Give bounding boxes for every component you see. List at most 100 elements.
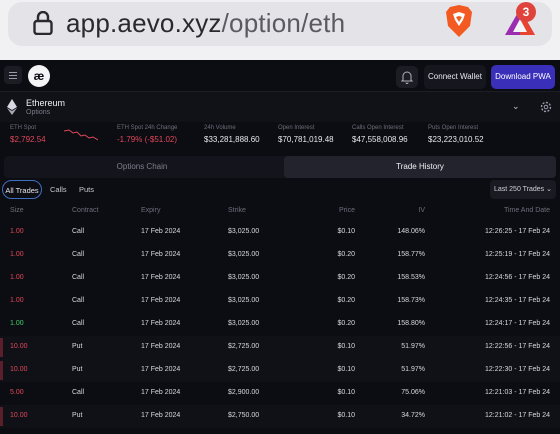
notifications-button[interactable] [396, 66, 418, 88]
table-row[interactable]: 1.00 Call 17 Feb 2024 $3,025.00 $0.10 14… [0, 221, 560, 244]
stat-label: Open Interest [278, 125, 315, 131]
cell-expiry: 17 Feb 2024 [141, 297, 181, 304]
cell-iv: 51.97% [401, 366, 425, 373]
stat-value: $33,281,888.60 [204, 135, 260, 144]
table-header: Size Contract Expiry Strike Price IV Tim… [0, 203, 560, 221]
size-bar [0, 407, 3, 426]
cell-strike: $2,900.00 [228, 389, 260, 396]
cell-strike: $3,025.00 [228, 251, 260, 258]
stat-label: ETH Spot [10, 125, 37, 131]
table-row[interactable]: 1.00 Call 17 Feb 2024 $3,025.00 $0.20 15… [0, 313, 560, 336]
cell-iv: 75.06% [401, 389, 425, 396]
cell-strike: $2,725.00 [228, 366, 260, 373]
stat-24h-change: ETH Spot 24h Change -1.79% (-$51.02) [117, 125, 177, 144]
table-row[interactable]: 10.00 Put 17 Feb 2024 $2,750.00 $0.10 34… [0, 405, 560, 428]
cell-iv: 158.73% [397, 297, 425, 304]
stat-label: Calls Open Interest [352, 125, 404, 131]
cell-time: 12:26:25 - 17 Feb 24 [485, 228, 550, 235]
cell-size: 10.00 [10, 343, 28, 350]
cell-price: $0.10 [337, 389, 355, 396]
cell-contract: Call [72, 228, 85, 235]
cell-expiry: 17 Feb 2024 [141, 412, 181, 419]
table-row[interactable]: 10.00 Put 17 Feb 2024 $2,725.00 $0.10 51… [0, 359, 560, 382]
price-sparkline [64, 129, 98, 141]
filter-all-trades[interactable]: All Trades [2, 180, 42, 199]
cell-expiry: 17 Feb 2024 [141, 320, 181, 327]
cell-contract: Call [72, 389, 85, 396]
cell-expiry: 17 Feb 2024 [141, 228, 181, 235]
cell-price: $0.20 [337, 320, 355, 327]
cell-size: 1.00 [10, 251, 24, 258]
url-domain: app.aevo.xyz [66, 8, 222, 38]
menu-button[interactable] [4, 66, 22, 84]
filter-calls[interactable]: Calls [50, 180, 67, 199]
url-path: /option/eth [221, 8, 346, 38]
stat-label: 24h Volume [204, 125, 236, 131]
asset-selector[interactable]: Ethereum Options ⌄ [0, 92, 560, 122]
cell-price: $0.10 [337, 343, 355, 350]
cell-time: 12:24:56 - 17 Feb 24 [485, 274, 550, 281]
filter-puts[interactable]: Puts [79, 180, 94, 199]
cell-size: 5.00 [10, 389, 24, 396]
lock-icon [33, 11, 53, 35]
cell-price: $0.20 [337, 274, 355, 281]
trade-filters: All Trades Calls Puts Last 250 Trades ⌄ [0, 180, 560, 200]
download-pwa-button[interactable]: Download PWA [491, 65, 555, 89]
connect-wallet-button[interactable]: Connect Wallet [424, 65, 486, 89]
cell-iv: 51.97% [401, 343, 425, 350]
table-row[interactable]: 5.00 Call 17 Feb 2024 $2,900.00 $0.10 75… [0, 382, 560, 405]
cell-time: 12:21:02 - 17 Feb 24 [485, 412, 550, 419]
cell-iv: 34.72% [401, 412, 425, 419]
cell-contract: Put [72, 366, 83, 373]
brave-shields-icon[interactable] [444, 4, 474, 38]
cell-price: $0.20 [337, 297, 355, 304]
stat-24h-volume: 24h Volume $33,281,888.60 [204, 125, 260, 144]
stat-value: $47,558,008.96 [352, 135, 408, 144]
url-text[interactable]: app.aevo.xyz/option/eth [66, 8, 345, 39]
stat-value: $2,792.54 [10, 135, 46, 144]
cell-contract: Call [72, 274, 85, 281]
cell-time: 12:21:03 - 17 Feb 24 [485, 389, 550, 396]
trade-count-dropdown[interactable]: Last 250 Trades ⌄ [490, 180, 556, 199]
cell-size: 1.00 [10, 297, 24, 304]
table-row[interactable]: 1.00 Call 17 Feb 2024 $3,025.00 $0.20 15… [0, 290, 560, 313]
cell-contract: Put [72, 412, 83, 419]
aevo-logo[interactable]: æ [28, 65, 50, 87]
cell-strike: $3,025.00 [228, 297, 260, 304]
cell-expiry: 17 Feb 2024 [141, 366, 181, 373]
table-row[interactable]: 10.00 Put 17 Feb 2024 $2,725.00 $0.10 51… [0, 336, 560, 359]
cell-contract: Put [72, 343, 83, 350]
cell-price: $0.10 [337, 366, 355, 373]
cell-price: $0.20 [337, 251, 355, 258]
tab-trade-history[interactable]: Trade History [284, 156, 556, 178]
ethereum-icon [7, 99, 17, 115]
table-row[interactable]: 1.00 Call 17 Feb 2024 $3,025.00 $0.20 15… [0, 267, 560, 290]
cell-size: 1.00 [10, 228, 24, 235]
stat-calls-open-interest: Calls Open Interest $47,558,008.96 [352, 125, 408, 144]
stat-value: $23,223,010.52 [428, 135, 484, 144]
chevron-down-icon[interactable]: ⌄ [512, 101, 520, 112]
cell-contract: Call [72, 297, 85, 304]
app-header: æ Connect Wallet Download PWA [0, 60, 560, 92]
column-iv: IV [418, 207, 425, 214]
column-strike: Strike [228, 207, 246, 214]
column-size: Size [10, 207, 24, 214]
cell-expiry: 17 Feb 2024 [141, 251, 181, 258]
cell-price: $0.10 [337, 412, 355, 419]
cell-expiry: 17 Feb 2024 [141, 274, 181, 281]
notification-badge: 3 [516, 2, 536, 22]
cell-time: 12:25:19 - 17 Feb 24 [485, 251, 550, 258]
cell-time: 12:22:56 - 17 Feb 24 [485, 343, 550, 350]
cell-time: 12:22:30 - 17 Feb 24 [485, 366, 550, 373]
cell-strike: $3,025.00 [228, 320, 260, 327]
stat-label: Puts Open Interest [428, 125, 479, 131]
bell-icon [400, 71, 414, 84]
cell-strike: $3,025.00 [228, 228, 260, 235]
tab-options-chain[interactable]: Options Chain [4, 156, 280, 178]
cell-expiry: 17 Feb 2024 [141, 343, 181, 350]
cell-strike: $2,750.00 [228, 412, 260, 419]
gear-icon[interactable] [539, 100, 553, 114]
table-row[interactable]: 1.00 Call 17 Feb 2024 $3,025.00 $0.20 15… [0, 244, 560, 267]
cell-contract: Call [72, 251, 85, 258]
cell-strike: $2,725.00 [228, 343, 260, 350]
